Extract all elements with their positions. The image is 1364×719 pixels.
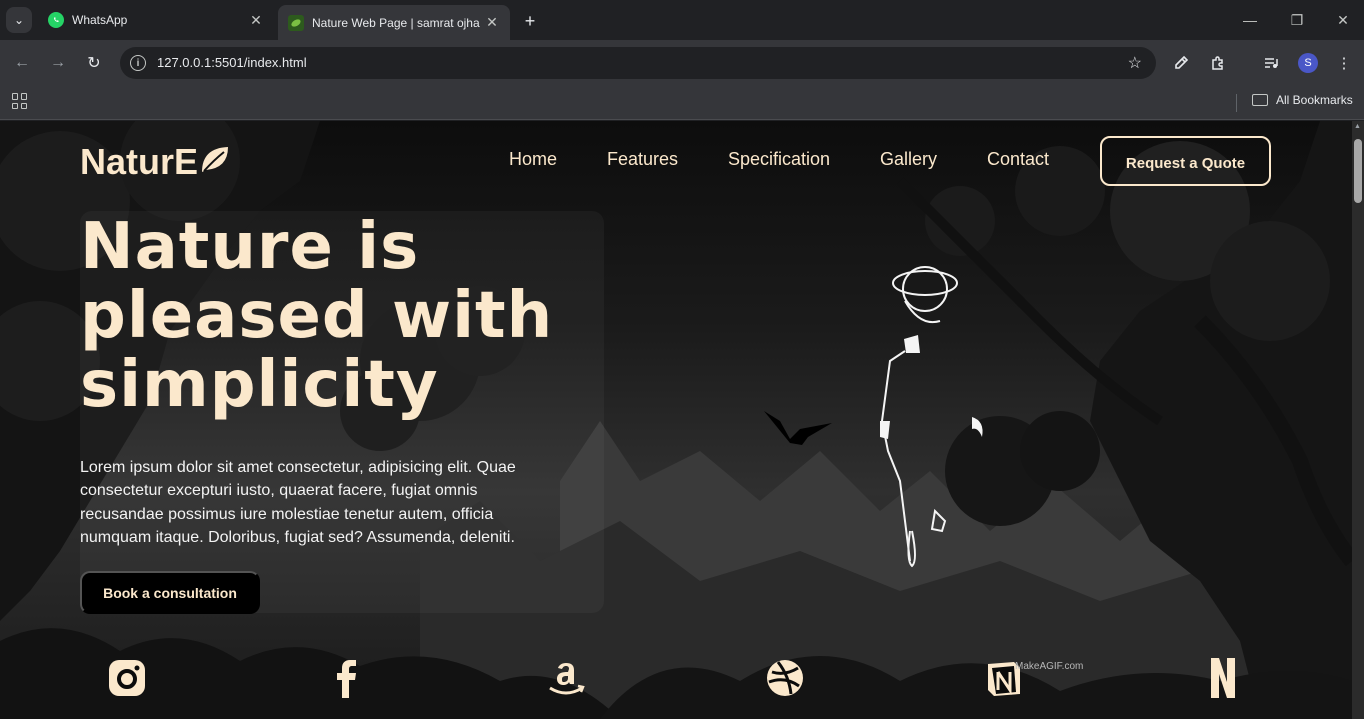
page-viewport: ▲ NaturE Home Features Specification Gal… — [0, 121, 1364, 719]
nav-home[interactable]: Home — [509, 149, 557, 170]
leaf-icon — [200, 141, 230, 183]
extensions-icon[interactable] — [1207, 52, 1229, 74]
bookmarks-bar: All Bookmarks — [0, 86, 1364, 120]
whatsapp-icon — [48, 12, 64, 28]
divider — [1236, 94, 1237, 112]
bookmark-star-icon[interactable]: ☆ — [1128, 53, 1142, 73]
facebook-icon[interactable] — [326, 657, 368, 699]
browser-toolbar: ← → ↻ i 127.0.0.1:5501/index.html ☆ S ⋮ — [0, 40, 1364, 86]
new-tab-button[interactable]: + — [518, 9, 542, 33]
address-bar[interactable]: i 127.0.0.1:5501/index.html ☆ — [120, 47, 1156, 79]
hero-headline: Nature is pleased with simplicity — [80, 213, 600, 420]
apps-grid-icon[interactable] — [12, 93, 28, 109]
site-logo[interactable]: NaturE — [80, 141, 230, 183]
logo-text: NaturE — [80, 141, 199, 182]
nav-specification[interactable]: Specification — [728, 149, 830, 170]
menu-kebab-icon[interactable]: ⋮ — [1333, 52, 1355, 74]
profile-avatar[interactable]: S — [1298, 53, 1318, 73]
restore-icon[interactable]: ❐ — [1285, 8, 1309, 32]
headline-line: Nature is — [80, 210, 420, 284]
close-window-icon[interactable]: ✕ — [1331, 8, 1355, 32]
folder-icon — [1252, 94, 1268, 106]
close-tab-icon[interactable]: ✕ — [248, 12, 264, 29]
tab-strip: ⌄ WhatsApp ✕ Nature Web Page | samrat oj… — [0, 0, 1364, 40]
instagram-icon[interactable] — [106, 657, 148, 699]
all-bookmarks-label: All Bookmarks — [1276, 93, 1353, 107]
reload-icon[interactable]: ↻ — [82, 51, 106, 75]
scroll-thumb[interactable] — [1354, 139, 1362, 203]
dribbble-icon[interactable] — [764, 657, 806, 699]
tab-title: Nature Web Page | samrat ojha — [312, 15, 480, 30]
tab-search-button[interactable]: ⌄ — [6, 7, 32, 33]
tab-nature[interactable]: Nature Web Page | samrat ojha ✕ — [278, 5, 510, 40]
minimize-icon[interactable]: — — [1238, 8, 1262, 32]
forward-icon[interactable]: → — [46, 51, 70, 75]
page-scrollbar[interactable]: ▲ — [1352, 121, 1364, 719]
scroll-up-icon[interactable]: ▲ — [1354, 123, 1362, 131]
site-info-icon[interactable]: i — [130, 55, 146, 71]
media-controls-icon[interactable] — [1260, 52, 1282, 74]
netflix-icon[interactable] — [1202, 657, 1244, 699]
url-text[interactable]: 127.0.0.1:5501/index.html — [157, 55, 307, 70]
nav-features[interactable]: Features — [607, 149, 678, 170]
nav-gallery[interactable]: Gallery — [880, 149, 937, 170]
hero-description: Lorem ipsum dolor sit amet consectetur, … — [80, 459, 516, 546]
amazon-icon[interactable] — [545, 657, 587, 699]
nature-favicon — [288, 14, 304, 31]
request-quote-button[interactable]: Request a Quote — [1100, 136, 1271, 186]
close-tab-icon[interactable]: ✕ — [484, 14, 500, 31]
nav-contact[interactable]: Contact — [987, 149, 1049, 170]
back-icon[interactable]: ← — [10, 51, 34, 75]
watermark-text: MakeAGIF.com — [1015, 661, 1084, 672]
all-bookmarks-button[interactable]: All Bookmarks — [1252, 93, 1353, 107]
tab-whatsapp[interactable]: WhatsApp ✕ — [38, 5, 274, 35]
headline-line: simplicity — [80, 348, 439, 422]
tab-title: WhatsApp — [72, 13, 128, 27]
book-consultation-button[interactable]: Book a consultation — [80, 571, 260, 614]
eyedropper-icon[interactable] — [1170, 52, 1192, 74]
headline-line: pleased with — [80, 279, 554, 353]
